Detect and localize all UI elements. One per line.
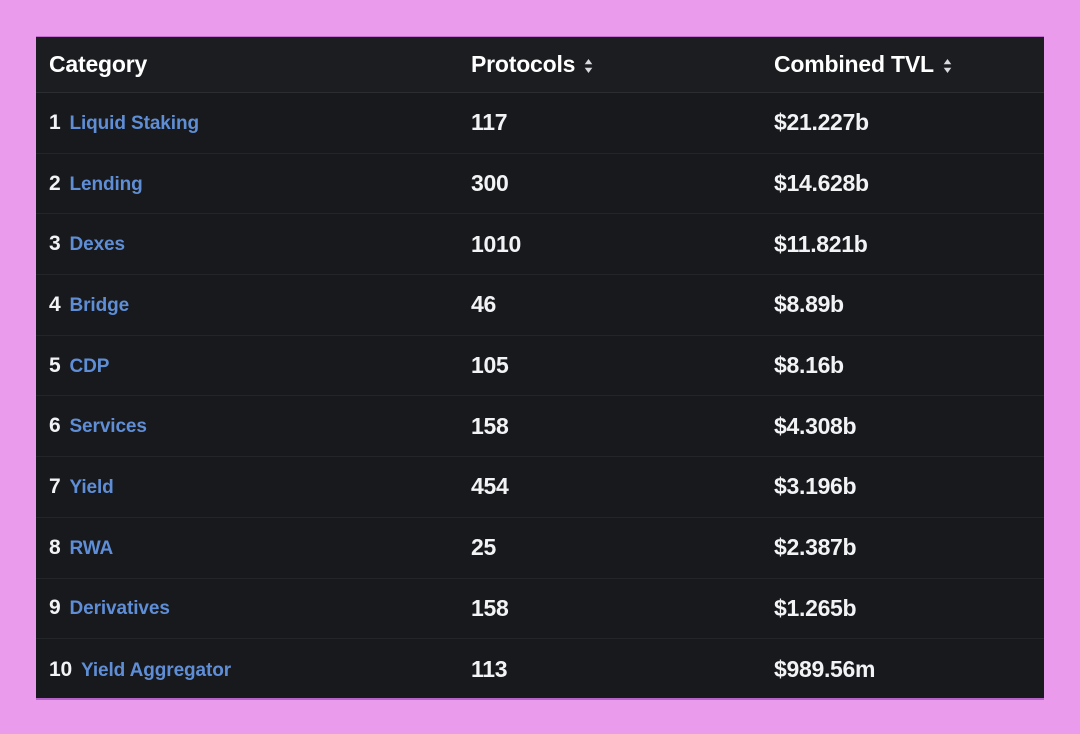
category-link[interactable]: Dexes xyxy=(69,234,125,256)
cell-combined-tvl: $3.196b xyxy=(774,473,1044,500)
column-header-protocols-label: Protocols xyxy=(471,51,575,78)
cell-category: 9 Derivatives xyxy=(36,596,471,620)
column-header-category[interactable]: Category xyxy=(36,51,471,78)
table-row[interactable]: 4 Bridge 46 $8.89b xyxy=(36,275,1044,336)
cell-category: 8 RWA xyxy=(36,536,471,560)
category-link[interactable]: Derivatives xyxy=(69,598,169,620)
category-link[interactable]: Yield xyxy=(69,477,113,499)
category-link[interactable]: CDP xyxy=(69,356,109,378)
row-rank: 7 xyxy=(49,475,60,499)
table-row[interactable]: 10 Yield Aggregator 113 $989.56m xyxy=(36,639,1044,700)
row-rank: 5 xyxy=(49,354,60,378)
cell-category: 1 Liquid Staking xyxy=(36,111,471,135)
cell-combined-tvl: $11.821b xyxy=(774,231,1044,258)
category-link[interactable]: Bridge xyxy=(69,295,129,317)
row-rank: 8 xyxy=(49,536,60,560)
row-rank: 1 xyxy=(49,111,60,135)
column-header-combined-tvl[interactable]: Combined TVL xyxy=(774,51,1044,78)
table-row[interactable]: 5 CDP 105 $8.16b xyxy=(36,336,1044,397)
cell-category: 5 CDP xyxy=(36,354,471,378)
cell-category: 10 Yield Aggregator xyxy=(36,658,471,682)
table-body: 1 Liquid Staking 117 $21.227b 2 Lending … xyxy=(36,93,1044,700)
row-rank: 6 xyxy=(49,414,60,438)
cell-protocols: 113 xyxy=(471,656,774,683)
cell-protocols: 300 xyxy=(471,170,774,197)
categories-table-card: Category Protocols Combined TVL xyxy=(36,36,1044,700)
cell-protocols: 158 xyxy=(471,413,774,440)
cell-combined-tvl: $8.16b xyxy=(774,352,1044,379)
cell-combined-tvl: $14.628b xyxy=(774,170,1044,197)
cell-protocols: 117 xyxy=(471,109,774,136)
cell-protocols: 46 xyxy=(471,291,774,318)
table-row[interactable]: 2 Lending 300 $14.628b xyxy=(36,154,1044,215)
table-header-row: Category Protocols Combined TVL xyxy=(36,37,1044,93)
column-header-protocols[interactable]: Protocols xyxy=(471,51,774,78)
cell-category: 4 Bridge xyxy=(36,293,471,317)
category-link[interactable]: RWA xyxy=(69,538,113,560)
cell-combined-tvl: $1.265b xyxy=(774,595,1044,622)
table-row[interactable]: 9 Derivatives 158 $1.265b xyxy=(36,579,1044,640)
cell-combined-tvl: $989.56m xyxy=(774,656,1044,683)
cell-protocols: 158 xyxy=(471,595,774,622)
column-header-category-label: Category xyxy=(49,51,147,78)
cell-combined-tvl: $4.308b xyxy=(774,413,1044,440)
cell-protocols: 1010 xyxy=(471,231,774,258)
row-rank: 2 xyxy=(49,172,60,196)
row-rank: 9 xyxy=(49,596,60,620)
row-rank: 10 xyxy=(49,658,72,682)
cell-category: 2 Lending xyxy=(36,172,471,196)
cell-combined-tvl: $2.387b xyxy=(774,534,1044,561)
cell-category: 6 Services xyxy=(36,414,471,438)
cell-category: 7 Yield xyxy=(36,475,471,499)
table-row[interactable]: 1 Liquid Staking 117 $21.227b xyxy=(36,93,1044,154)
category-link[interactable]: Services xyxy=(69,416,146,438)
row-rank: 4 xyxy=(49,293,60,317)
cell-protocols: 105 xyxy=(471,352,774,379)
sort-updown-icon[interactable] xyxy=(942,58,953,74)
category-link[interactable]: Yield Aggregator xyxy=(81,660,231,682)
cell-protocols: 25 xyxy=(471,534,774,561)
cell-protocols: 454 xyxy=(471,473,774,500)
table-row[interactable]: 7 Yield 454 $3.196b xyxy=(36,457,1044,518)
table-row[interactable]: 3 Dexes 1010 $11.821b xyxy=(36,214,1044,275)
table-row[interactable]: 8 RWA 25 $2.387b xyxy=(36,518,1044,579)
column-header-combined-tvl-label: Combined TVL xyxy=(774,51,934,78)
table-row[interactable]: 6 Services 158 $4.308b xyxy=(36,396,1044,457)
category-link[interactable]: Lending xyxy=(69,174,142,196)
category-link[interactable]: Liquid Staking xyxy=(69,113,199,135)
cell-category: 3 Dexes xyxy=(36,232,471,256)
sort-updown-icon[interactable] xyxy=(583,58,594,74)
page-root: Category Protocols Combined TVL xyxy=(0,0,1080,734)
cell-combined-tvl: $8.89b xyxy=(774,291,1044,318)
cell-combined-tvl: $21.227b xyxy=(774,109,1044,136)
row-rank: 3 xyxy=(49,232,60,256)
